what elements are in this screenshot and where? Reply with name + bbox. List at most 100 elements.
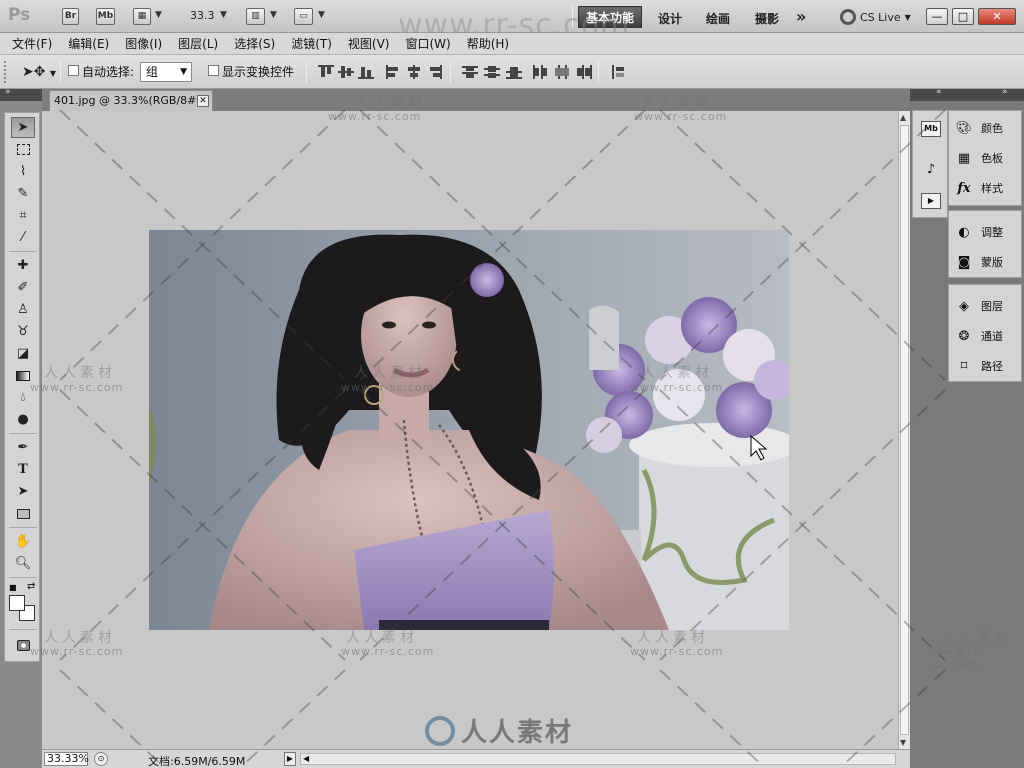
zoom-tool[interactable]: 🔍︎: [11, 553, 35, 574]
quick-mask-icon: [16, 640, 30, 651]
distribute-vertical-center-icon[interactable]: [484, 65, 500, 79]
scroll-left-icon[interactable]: ◀: [303, 754, 309, 763]
zoom-level[interactable]: 33.3: [190, 9, 215, 22]
status-info-icon[interactable]: ⊙: [94, 752, 108, 766]
distribute-top-icon[interactable]: [462, 65, 478, 79]
minibridge-button[interactable]: Mb: [96, 8, 115, 25]
close-document-icon[interactable]: ✕: [197, 95, 209, 107]
actions-panel-icon[interactable]: ▶: [921, 193, 941, 209]
align-bottom-icon[interactable]: [358, 65, 374, 79]
menu-layer[interactable]: 图层(L): [178, 35, 218, 52]
panel-color[interactable]: 🎨︎ 颜色: [955, 117, 1003, 139]
distribute-right-icon[interactable]: [576, 65, 592, 79]
crop-tool[interactable]: ⌗: [11, 205, 35, 226]
status-menu-arrow-icon[interactable]: ▶: [284, 752, 296, 766]
screen-mode-dropdown-icon[interactable]: ▼: [318, 10, 325, 20]
history-panel-icon[interactable]: ♪: [921, 163, 941, 179]
vertical-scrollbar[interactable]: ▲ ▼: [898, 111, 910, 749]
show-transform-checkbox[interactable]: [208, 65, 219, 76]
align-horizontal-center-icon[interactable]: [406, 65, 422, 79]
distribute-left-icon[interactable]: [532, 65, 548, 79]
vertical-scroll-thumb[interactable]: [900, 125, 909, 735]
expand-panels-icon: «: [936, 87, 942, 97]
workspace-painting[interactable]: 绘画: [706, 10, 730, 27]
screen-mode-button[interactable]: ▭: [294, 8, 313, 25]
panel-paths[interactable]: ⌑ 路径: [955, 355, 1003, 377]
clone-stamp-tool[interactable]: ♙: [11, 299, 35, 320]
panel-adjustments[interactable]: ◐ 调整: [955, 221, 1003, 243]
tool-preset-picker[interactable]: ➤✥ ▼: [22, 64, 56, 80]
bridge-button[interactable]: Br: [62, 8, 79, 25]
history-brush-tool[interactable]: ♉: [11, 321, 35, 342]
menu-filter[interactable]: 滤镜(T): [291, 35, 332, 52]
swap-colors-icon[interactable]: ⇄: [27, 581, 35, 592]
close-window-button[interactable]: ✕: [978, 8, 1016, 25]
foreground-color-swatch[interactable]: [9, 595, 25, 611]
menu-select[interactable]: 选择(S): [234, 35, 275, 52]
view-extras-button[interactable]: ▦: [133, 8, 151, 25]
panel-styles[interactable]: fx 样式: [955, 177, 1003, 199]
maximize-button[interactable]: □: [952, 8, 974, 25]
brush-tool[interactable]: ✐: [11, 277, 35, 298]
options-grip[interactable]: [4, 61, 8, 83]
healing-brush-icon: ✚: [17, 258, 29, 273]
cs-live-button[interactable]: CS Live ▼: [840, 8, 911, 26]
menu-edit[interactable]: 编辑(E): [68, 35, 109, 52]
panel-paths-label: 路径: [981, 360, 1003, 373]
auto-select-target-select[interactable]: 组 ▼: [140, 62, 192, 82]
zoom-field[interactable]: 33.33%: [44, 752, 89, 766]
menu-image[interactable]: 图像(I): [125, 35, 162, 52]
watermark-url-text: www.rr-sc.com: [30, 645, 124, 658]
panel-dock-header[interactable]: « »: [910, 87, 1024, 101]
auto-select-checkbox[interactable]: [68, 65, 79, 76]
scroll-down-icon[interactable]: ▼: [900, 738, 906, 747]
panel-masks[interactable]: ◙ 蒙版: [955, 251, 1003, 273]
quick-selection-tool[interactable]: ✎: [11, 183, 35, 204]
panel-layers[interactable]: ◈ 图层: [955, 295, 1003, 317]
marquee-tool[interactable]: [11, 139, 35, 160]
hand-tool[interactable]: ✋: [11, 531, 35, 552]
workspace-photography[interactable]: 摄影: [755, 10, 779, 27]
more-workspaces-button[interactable]: »: [796, 7, 806, 26]
workspace-design[interactable]: 设计: [658, 10, 682, 27]
scroll-up-icon[interactable]: ▲: [900, 113, 906, 122]
type-tool[interactable]: T: [11, 459, 35, 480]
zoom-dropdown-icon[interactable]: ▼: [220, 10, 227, 20]
menu-file[interactable]: 文件(F): [12, 35, 52, 52]
pen-tool[interactable]: ✒: [11, 437, 35, 458]
arrange-dropdown-icon[interactable]: ▼: [270, 10, 277, 20]
default-colors-icon[interactable]: ■: [9, 583, 17, 592]
arrange-documents-button[interactable]: ▥: [246, 8, 265, 25]
move-tool[interactable]: ➤: [11, 117, 35, 138]
align-vertical-center-icon[interactable]: [338, 65, 354, 79]
lasso-tool[interactable]: ⌇: [11, 161, 35, 182]
toolbox-header[interactable]: »: [0, 87, 42, 101]
menu-window[interactable]: 窗口(W): [405, 35, 450, 52]
mini-bridge-panel-icon[interactable]: Mb: [921, 121, 941, 137]
document-image[interactable]: [149, 230, 789, 630]
align-right-icon[interactable]: [426, 65, 442, 79]
path-selection-tool[interactable]: ➤: [11, 481, 35, 502]
align-left-icon[interactable]: [386, 65, 402, 79]
panel-channels[interactable]: ❂ 通道: [955, 325, 1003, 347]
spot-healing-tool[interactable]: ✚: [11, 255, 35, 276]
eraser-tool[interactable]: ◪: [11, 343, 35, 364]
preset-dropdown-icon: ▼: [49, 69, 57, 78]
show-transform-label: 显示变换控件: [222, 65, 295, 79]
shape-tool[interactable]: [11, 503, 35, 524]
horizontal-scrollbar[interactable]: ◀: [300, 753, 896, 765]
canvas-area[interactable]: [42, 111, 898, 749]
minimize-button[interactable]: —: [926, 8, 948, 25]
menu-help[interactable]: 帮助(H): [467, 35, 509, 52]
distribute-horizontal-center-icon[interactable]: [554, 65, 570, 79]
panel-swatches[interactable]: ▦ 色板: [955, 147, 1003, 169]
dodge-tool[interactable]: ●: [11, 409, 35, 430]
align-top-icon[interactable]: [318, 65, 334, 79]
toolbox-divider: [9, 251, 37, 252]
menu-view[interactable]: 视图(V): [348, 35, 390, 52]
auto-align-layers-icon[interactable]: [610, 65, 626, 79]
document-tab[interactable]: 401.jpg @ 33.3%(RGB/8#) ✕: [49, 90, 213, 111]
view-extras-dropdown-icon[interactable]: ▼: [155, 10, 162, 20]
eyedropper-tool[interactable]: ⁄: [11, 227, 35, 248]
distribute-bottom-icon[interactable]: [506, 65, 522, 79]
